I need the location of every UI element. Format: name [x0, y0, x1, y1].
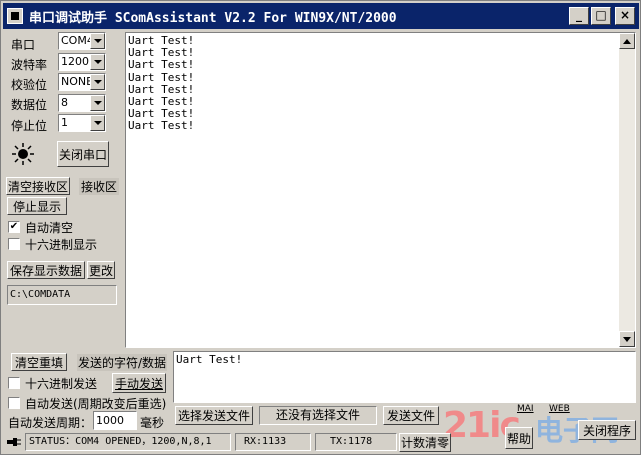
stop-display-button[interactable]: 停止显示 — [7, 197, 67, 215]
mail-link[interactable]: MAI — [517, 404, 534, 414]
parity-select-value: NONE — [61, 75, 94, 88]
chevron-down-icon[interactable] — [90, 54, 105, 70]
file-status-field: 还没有选择文件 — [259, 406, 377, 425]
hex-send-checkbox[interactable] — [8, 377, 20, 389]
app-icon[interactable] — [7, 8, 23, 24]
minimize-button[interactable]: _ — [569, 7, 589, 25]
receive-scrollbar[interactable] — [619, 33, 635, 347]
period-label: 自动发送周期： — [8, 416, 93, 430]
parity-select[interactable]: NONE — [58, 73, 106, 91]
auto-clear-checkbox[interactable]: ✔ — [8, 221, 20, 233]
close-port-button[interactable]: 关闭串口 — [57, 141, 109, 167]
receive-line: Uart Test! — [128, 58, 195, 72]
period-input[interactable]: 1000 — [93, 411, 137, 430]
stopbits-select[interactable]: 1 — [58, 114, 106, 132]
port-select[interactable]: COM4 — [58, 32, 106, 50]
title-bar[interactable]: 串口调试助手 SComAssistant V2.2 For WIN9X/NT/2… — [3, 3, 639, 29]
save-data-button[interactable]: 保存显示数据 — [7, 261, 85, 279]
receive-textarea[interactable]: Uart Test! Uart Test! Uart Test! Uart Te… — [125, 32, 636, 348]
send-textarea[interactable]: Uart Test! — [173, 351, 636, 403]
reset-count-button[interactable]: 计数清零 — [399, 433, 451, 452]
receive-area-label: 接收区 — [79, 178, 120, 195]
receive-lines: Uart Test! Uart Test! Uart Test! Uart Te… — [126, 33, 635, 135]
chevron-down-icon[interactable] — [90, 115, 105, 131]
close-button[interactable]: × — [615, 7, 635, 25]
plug-icon — [7, 436, 21, 448]
baud-label: 波特率 — [11, 58, 48, 72]
chevron-down-icon[interactable] — [90, 33, 105, 49]
hex-display-label: 十六进制显示 — [25, 238, 98, 252]
scroll-down-icon[interactable] — [619, 331, 635, 347]
databits-label: 数据位 — [11, 98, 48, 112]
auto-send-checkbox[interactable] — [8, 397, 20, 409]
receive-line: Uart Test! — [128, 70, 195, 84]
hex-send-label: 十六进制发送 — [25, 377, 98, 391]
databits-select-value: 8 — [61, 96, 68, 109]
send-file-button[interactable]: 发送文件 — [383, 406, 439, 425]
receive-line: Uart Test! — [128, 46, 195, 60]
stopbits-label: 停止位 — [11, 119, 48, 133]
chevron-down-icon[interactable] — [90, 74, 105, 90]
send-chars-label: 发送的字符/数据 — [77, 354, 168, 371]
status-text: STATUS：COM4 OPENED，1200,N,8,1 — [25, 433, 231, 451]
receive-line: Uart Test! — [128, 82, 195, 96]
receive-line: Uart Test! — [128, 34, 195, 47]
tx-counter: TX:1178 — [315, 433, 397, 451]
port-label: 串口 — [11, 38, 36, 52]
close-app-button[interactable]: 关闭程序 — [578, 420, 636, 440]
parity-label: 校验位 — [11, 78, 48, 92]
baud-select[interactable]: 1200 — [58, 53, 106, 71]
send-text: Uart Test! — [176, 353, 243, 366]
baud-select-value: 1200 — [61, 55, 89, 68]
receive-line: Uart Test! — [128, 107, 195, 121]
select-send-file-button[interactable]: 选择发送文件 — [175, 406, 253, 425]
web-link[interactable]: WEB — [549, 404, 570, 414]
port-select-value: COM4 — [61, 34, 94, 47]
chevron-down-icon[interactable] — [90, 95, 105, 111]
clear-refill-button[interactable]: 清空重填 — [11, 353, 67, 371]
maximize-button[interactable]: □ — [591, 7, 611, 25]
period-unit-label: 毫秒 — [140, 416, 165, 430]
databits-select[interactable]: 8 — [58, 94, 106, 112]
auto-send-label: 自动发送(周期改变后重选) — [25, 397, 167, 411]
port-indicator-icon — [11, 142, 35, 166]
stopbits-select-value: 1 — [61, 116, 68, 129]
change-path-button[interactable]: 更改 — [87, 261, 115, 279]
help-button[interactable]: 帮助 — [505, 427, 533, 449]
manual-send-button[interactable]: 手动发送 — [112, 373, 166, 393]
receive-line: Uart Test! — [128, 119, 195, 133]
window-title: 串口调试助手 SComAssistant V2.2 For WIN9X/NT/2… — [29, 10, 397, 26]
save-path-field[interactable]: C:\COMDATA — [7, 285, 117, 305]
auto-clear-label: 自动清空 — [25, 221, 74, 235]
hex-display-checkbox[interactable] — [8, 238, 20, 250]
app-window: 串口调试助手 SComAssistant V2.2 For WIN9X/NT/2… — [0, 0, 641, 455]
clear-receive-button[interactable]: 清空接收区 — [6, 177, 70, 195]
receive-line: Uart Test! — [128, 95, 195, 109]
scroll-up-icon[interactable] — [619, 33, 635, 49]
rx-counter: RX:1133 — [235, 433, 311, 451]
